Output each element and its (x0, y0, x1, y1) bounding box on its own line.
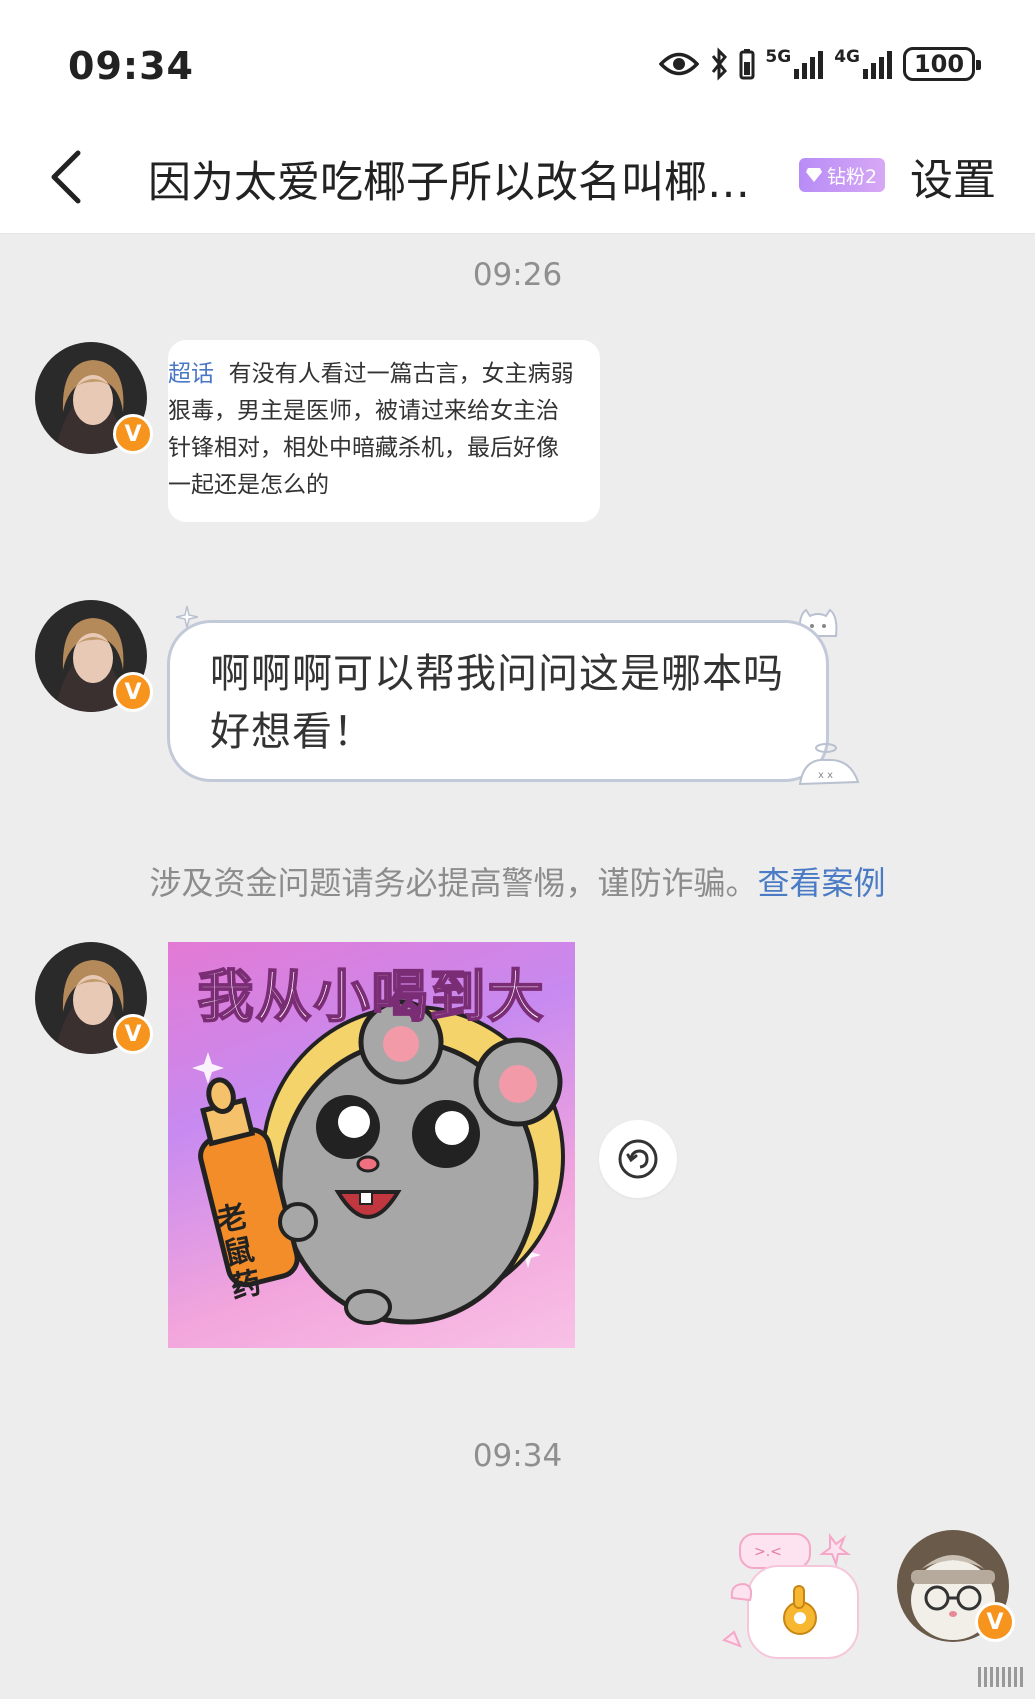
fan-level-badge: 钻粉2 (799, 158, 886, 192)
svg-text:>.<: >.< (754, 1544, 782, 1560)
contact-avatar[interactable]: V (35, 942, 153, 1054)
verified-badge: V (975, 1602, 1015, 1642)
battery-small-icon (739, 49, 755, 80)
my-avatar[interactable]: V (897, 1530, 1015, 1642)
super-topic-tag: 超话 (168, 361, 214, 387)
time-separator: 09:26 (472, 257, 563, 293)
shared-post-line: 针锋相对，相处中暗藏杀机，最后好像 (168, 435, 559, 461)
diamond-icon (806, 168, 822, 182)
verified-badge: V (113, 414, 153, 454)
reply-arrow-icon (618, 1139, 658, 1179)
battery-icon: 100 (903, 47, 981, 81)
signal-5g-icon: 5G (765, 49, 824, 79)
status-bar: 09:34 5G 4G 100 (0, 0, 1035, 120)
status-time: 09:34 (68, 44, 194, 88)
settings-button[interactable]: 设置 (910, 146, 996, 208)
chat-header: 因为太爱吃椰子所以改名叫椰… 钻粉2 设置 (0, 120, 1035, 234)
shared-post-line: 狠毒，男主是医师，被请过来给女主治 (168, 398, 559, 424)
message-text: 啊啊啊可以帮我问问这是哪本吗 好想看！ (210, 651, 784, 755)
view-cases-link[interactable]: 查看案例 (758, 864, 886, 902)
contact-avatar[interactable]: V (35, 600, 153, 712)
contact-avatar[interactable]: V (35, 342, 153, 454)
svg-text:x x: x x (818, 770, 833, 781)
verified-badge: V (113, 672, 153, 712)
watermark (978, 1667, 1023, 1687)
shared-post-line: 超话 有没有人看过一篇古言，女主病弱 (168, 361, 574, 387)
bluetooth-icon (712, 47, 728, 81)
eye-icon (659, 52, 700, 76)
verified-badge: V (113, 1014, 153, 1054)
shared-post-image[interactable]: 超话 有没有人看过一篇古言，女主病弱 狠毒，男主是医师，被请过来给女主治 针锋相… (168, 340, 600, 522)
chevron-left-icon (51, 150, 81, 204)
lying-cat-icon: x x (798, 743, 860, 786)
time-separator: 09:34 (472, 1438, 563, 1474)
text-message-bubble[interactable]: 啊啊啊可以帮我问问这是哪本吗 好想看！ (167, 620, 829, 782)
safety-notice: 涉及资金问题请务必提高警惕，谨防诈骗。查看案例 (149, 864, 886, 902)
back-button[interactable] (28, 140, 102, 214)
sticker-caption: 我从小喝到大 (197, 964, 546, 1031)
reply-button[interactable] (599, 1120, 677, 1198)
chat-title: 因为太爱吃椰子所以改名叫椰… (148, 158, 750, 208)
signal-4g-icon: 4G (834, 49, 893, 79)
sent-sticker[interactable]: >.< (720, 1528, 870, 1663)
shared-post-line: 一起还是怎么的 (168, 472, 329, 498)
sticker-image[interactable]: 我从小喝到大 老鼠药 (168, 942, 575, 1348)
status-icons: 5G 4G 100 (659, 44, 981, 84)
ok-hand-sticker: >.< (722, 1533, 859, 1659)
